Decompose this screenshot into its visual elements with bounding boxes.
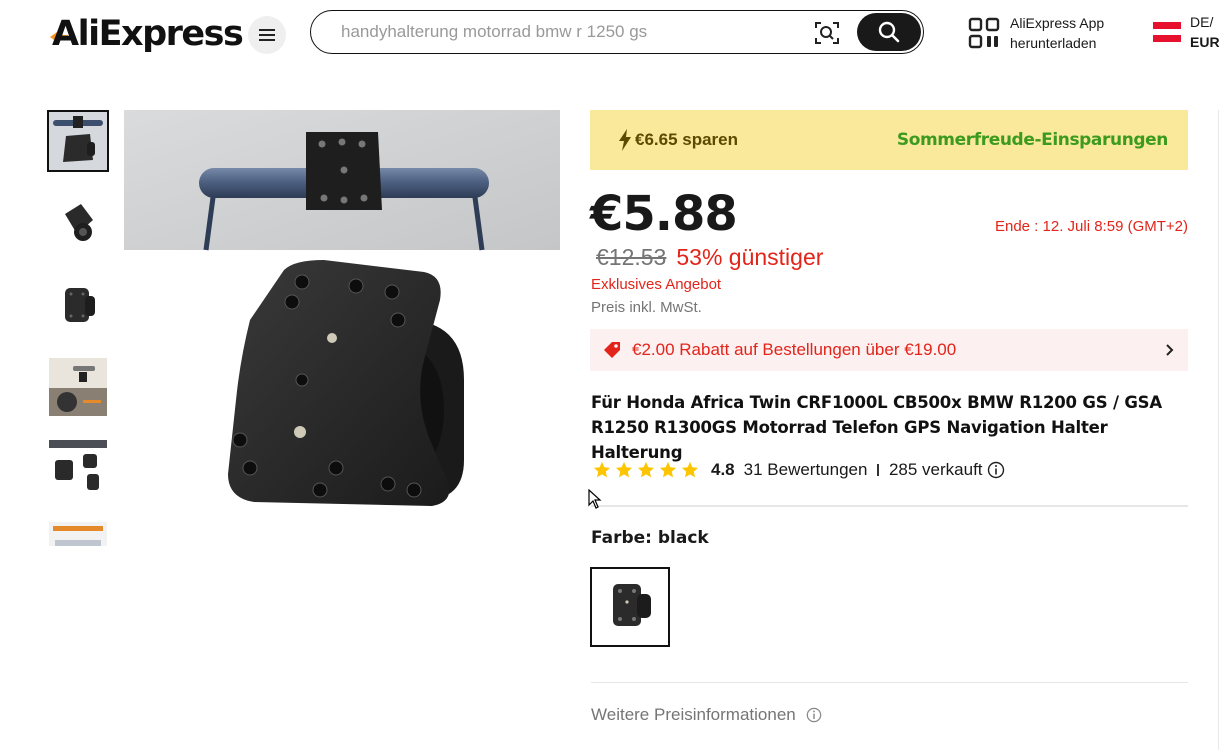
rating-value: 4.8 [711,460,735,479]
menu-button[interactable] [248,16,286,54]
thumbnail-image [49,112,107,170]
thumbnail-5[interactable] [47,438,109,500]
info-icon[interactable] [987,461,1005,479]
tag-icon [604,342,620,358]
app-download-line2: herunterladen [1010,35,1097,51]
search-icon [878,21,900,43]
scrollbar-edge [1218,110,1219,750]
savings-banner: €6.65 sparen Sommerfreude-Einsparungen [590,110,1188,170]
rating-row: 4.8 31 Bewertungen 285 verkauft [593,460,1005,480]
chevron-right-icon [1166,344,1174,356]
hamburger-icon [259,29,275,41]
thumbnail-6[interactable] [47,520,109,546]
app-download-line1: AliExpress App [1010,15,1105,31]
star-icon [637,461,655,478]
mouse-cursor-icon [588,489,602,509]
app-download-link[interactable]: AliExpress App herunterladen [968,13,1104,53]
coupon-banner[interactable]: €2.00 Rabatt auf Bestellungen über €19.0… [590,329,1188,371]
divider [591,682,1188,683]
star-icon [593,461,611,478]
page: AliExpress handyhalterung motorrad bmw r… [0,0,1224,750]
star-icon [659,461,677,478]
star-icon [615,461,633,478]
color-swatch-image [595,572,665,642]
more-price-info-label: Weitere Preisinformationen [591,705,796,724]
thumbnail-image [49,194,107,252]
locale-language: DE/ [1190,14,1214,30]
tax-note: Preis inkl. MwSt. [591,299,702,316]
thumbnail-image [49,358,107,416]
more-price-info[interactable]: Weitere Preisinformationen [591,705,822,725]
search-button[interactable] [857,13,921,51]
savings-campaign: Sommerfreude-Einsparungen [896,130,1169,150]
thumbnail-3[interactable] [47,274,109,336]
rating-separator [877,464,879,476]
thumbnail-list [47,110,109,546]
thumbnail-image [49,522,107,546]
aliexpress-logo[interactable]: AliExpress [50,12,244,56]
locale-currency: EUR [1190,34,1220,50]
main-product-image[interactable] [124,110,560,546]
search-input[interactable] [341,22,801,42]
thumbnail-image [49,440,107,498]
thumbnail-2[interactable] [47,192,109,254]
coupon-text: €2.00 Rabatt auf Bestellungen über €19.0… [632,340,957,359]
discount-percentage: 53% günstiger [676,244,824,270]
divider [591,505,1188,507]
color-option-black[interactable] [590,567,670,647]
original-price: €12.53 [596,244,667,270]
camera-scan-icon [815,22,839,44]
qr-code-icon [968,17,1000,49]
sold-count: 285 verkauft [888,460,983,479]
image-search-button[interactable] [813,19,841,47]
star-icon [681,461,699,478]
locale-selector[interactable]: DE/ EUR [1153,12,1220,52]
exclusive-offer-label: Exklusives Angebot [591,276,722,293]
review-count-link[interactable]: 31 Bewertungen [744,460,868,480]
thumbnail-1[interactable] [47,110,109,172]
product-title: Für Honda Africa Twin CRF1000L CB500x BM… [591,393,1162,462]
color-label: Farbe: black [591,528,709,548]
lightning-icon [619,129,631,151]
info-icon [806,707,822,723]
thumbnail-image [49,276,107,334]
offer-end-time: Ende : 12. Juli 8:59 (GMT+2) [994,218,1188,235]
current-price: €5.88 [590,186,738,242]
logo-text: AliExpress [52,14,244,54]
savings-amount: €6.65 sparen [635,130,739,149]
star-rating[interactable] [593,461,703,479]
thumbnail-4[interactable] [47,356,109,418]
search-bar [310,10,924,54]
austria-flag-icon [1153,22,1181,43]
